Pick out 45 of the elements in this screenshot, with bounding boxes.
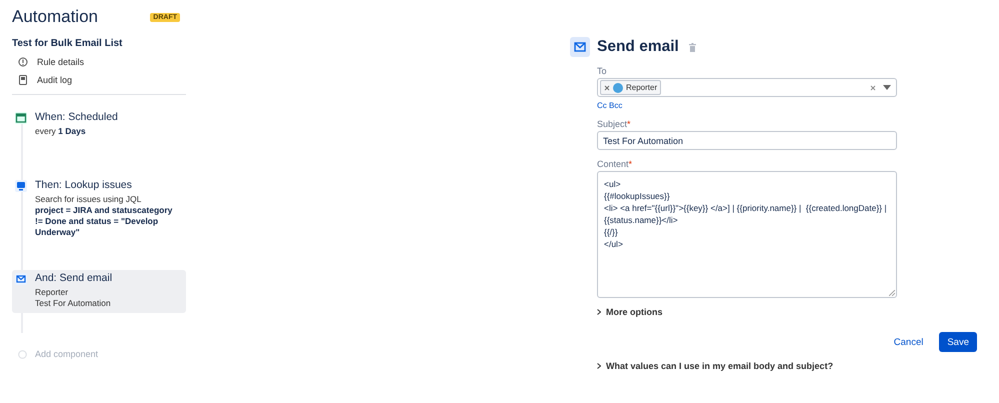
content-editor[interactable]: <ul> {{#lookupIssues}} <li> <a href="{{url}}">{{key}} </a>] | {{priority.name}} | {{created.longDate}} | {{status.name}}</li> {{/}} </ul>	[597, 171, 897, 298]
avatar-icon	[613, 82, 623, 92]
recipient-chip[interactable]: Reporter	[600, 80, 662, 95]
step-title: And: Send email	[35, 272, 112, 284]
step-calendar-icon	[15, 112, 27, 124]
step-title: When: Scheduled	[35, 111, 118, 123]
step-detail: Reporter	[35, 287, 70, 298]
add-circle-icon	[18, 350, 27, 358]
rule-step-card[interactable]: When: Scheduled every 1 Days	[12, 109, 186, 141]
sidebar-link[interactable]: Rule details	[12, 57, 187, 67]
document-icon	[18, 75, 28, 85]
save-button[interactable]: Save	[939, 332, 977, 352]
rule-step-card[interactable]: Then: Lookup issues Search for issues using JQL project = JIRA and statuscategory != Done and status = "Develop Underway"	[12, 177, 186, 242]
field-label: Content*	[597, 159, 634, 169]
subject-input[interactable]: Test For Automation	[597, 131, 897, 150]
rule-name: Test for Bulk Email List	[12, 38, 124, 49]
sidebar-link[interactable]: Audit log	[12, 75, 187, 85]
dropdown-caret-icon	[883, 85, 891, 90]
step-envelope-icon	[15, 273, 27, 285]
envelope-icon	[574, 42, 586, 52]
resize-grip-icon	[889, 290, 895, 296]
panel-title: Send email	[597, 38, 679, 56]
remove-icon	[604, 84, 610, 90]
rule-step-card[interactable]: And: Send email Reporter Test For Automation	[12, 270, 186, 313]
step-title: Then: Lookup issues	[35, 179, 133, 191]
required-asterisk: *	[627, 119, 631, 129]
cancel-button[interactable]: Cancel	[886, 332, 932, 352]
cc-bcc-link[interactable]: Cc Bcc	[597, 101, 897, 110]
chevron-right-icon	[597, 363, 601, 369]
field-label: Subject*	[597, 119, 632, 129]
recipients-field[interactable]: Reporter	[597, 78, 897, 97]
chevron-right-icon	[597, 309, 601, 315]
step-monitor-icon	[15, 180, 27, 192]
more-options-toggle[interactable]: More options	[597, 307, 897, 317]
info-icon	[18, 57, 28, 67]
step-detail: Test For Automation	[35, 298, 112, 309]
help-toggle[interactable]: What values can I use in my email body and subject?	[597, 361, 977, 371]
trash-icon	[688, 42, 696, 52]
required-asterisk: *	[628, 159, 632, 169]
field-label: To	[597, 66, 608, 76]
clear-icon	[870, 84, 876, 90]
step-detail: project = JIRA and statuscategory != Done and status = "Develop Underway"	[35, 205, 174, 238]
step-detail: every 1 Days	[35, 126, 87, 137]
step-detail: Search for issues using JQL	[35, 194, 142, 205]
page-title: Automation	[12, 7, 98, 27]
